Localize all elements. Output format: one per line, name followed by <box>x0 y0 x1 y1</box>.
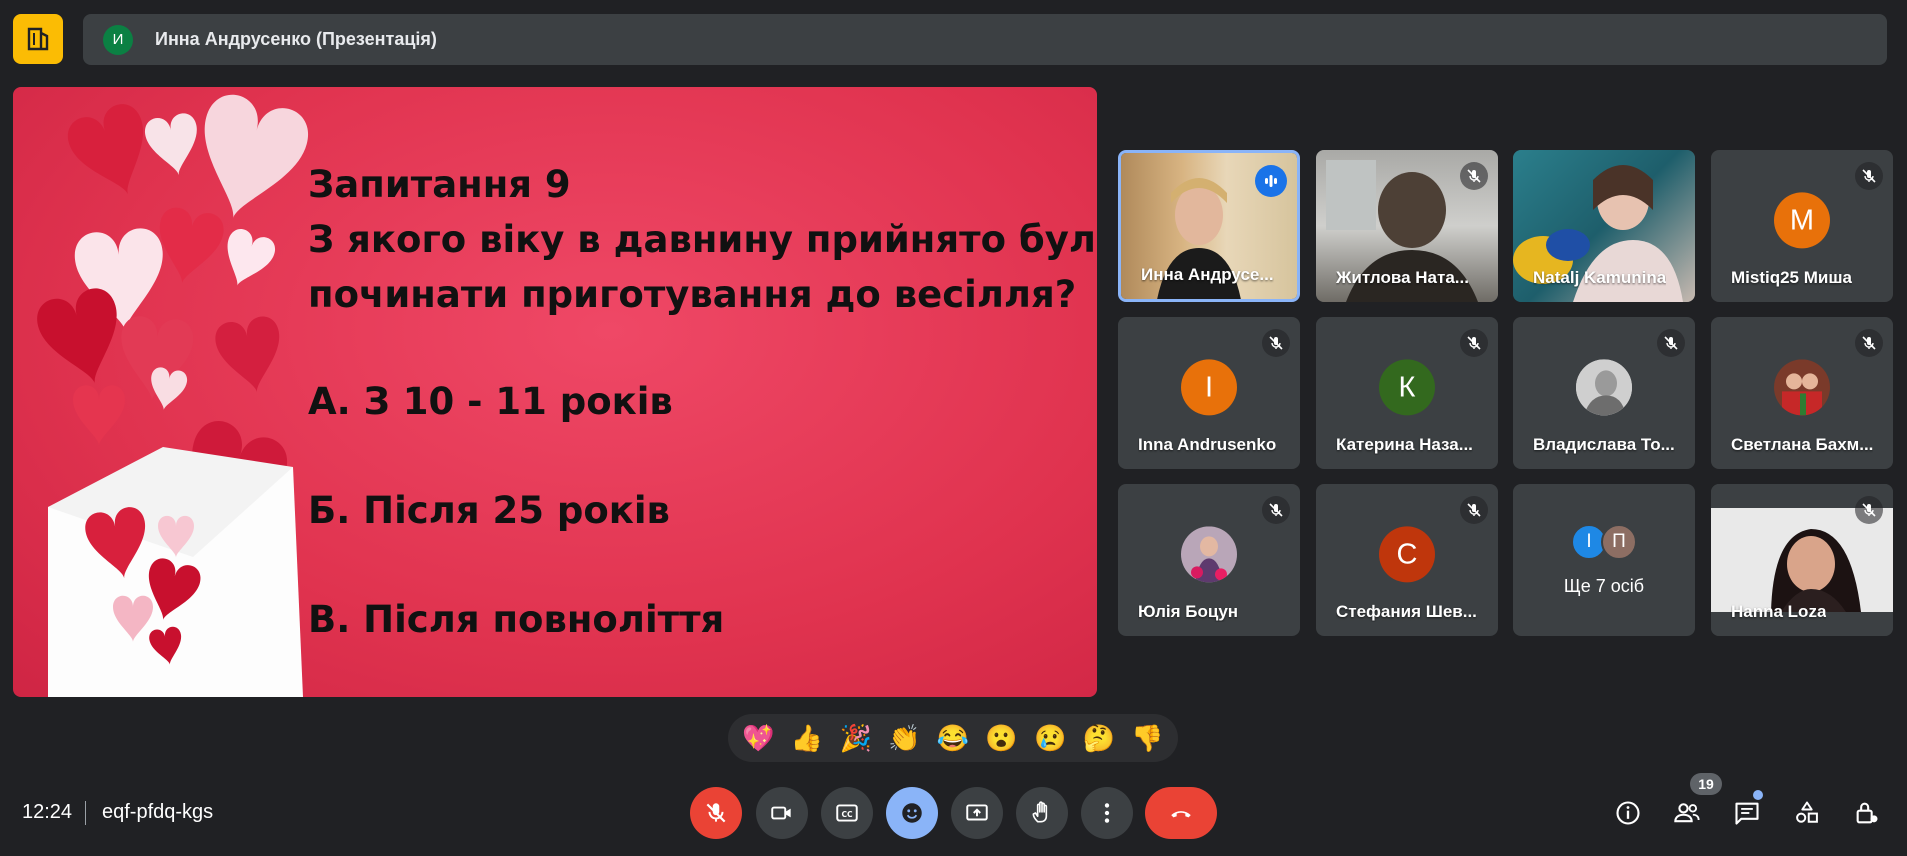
slide-text-block: Запитання 9 З якого віку в давнину прийн… <box>308 157 1097 647</box>
participant-tile[interactable]: Natalj Kamunina <box>1513 150 1695 302</box>
participant-name: Mistiq25 Миша <box>1731 268 1852 287</box>
hang-up-icon <box>1171 811 1191 818</box>
raise-hand-icon <box>1032 801 1048 823</box>
closed-captions-icon: CC <box>836 804 858 822</box>
chat-icon <box>1735 802 1759 825</box>
participant-avatar: M <box>1774 192 1830 249</box>
host-controls-button[interactable] <box>1851 797 1883 829</box>
slide-answer-b: Б. Після 25 років <box>308 489 670 532</box>
microphone-off-icon <box>1855 329 1883 357</box>
meeting-clock: 12:24 <box>22 801 73 823</box>
speaking-indicator-icon <box>1255 165 1287 197</box>
svg-text:CC: CC <box>841 810 853 819</box>
more-options-button[interactable] <box>1081 787 1133 839</box>
presenter-title: Инна Андрусенко (Презентація) <box>155 29 437 49</box>
camera-toggle-button[interactable] <box>756 787 808 839</box>
chat-button[interactable] <box>1731 797 1763 829</box>
reaction-clapping[interactable]: 👏 <box>882 723 926 754</box>
more-participants-tile[interactable]: I П Ще 7 осіб <box>1513 484 1695 636</box>
slide-answer-a: А. З 10 - 11 років <box>308 380 673 423</box>
participant-photo-avatar <box>1774 359 1830 416</box>
participant-photo-avatar <box>1181 526 1237 583</box>
microphone-off-icon <box>1262 329 1290 357</box>
participant-photo-avatar <box>1576 359 1632 416</box>
slide-question-number: Запитання 9 <box>308 163 571 206</box>
show-everyone-button[interactable] <box>1671 797 1703 829</box>
microphone-off-icon <box>1460 496 1488 524</box>
more-participants-label: Ще 7 осіб <box>1563 576 1645 596</box>
microphone-off-icon <box>1460 162 1488 190</box>
participant-tile[interactable]: M Mistiq25 Миша <box>1711 150 1893 302</box>
more-participants-avatars: I П <box>1571 524 1637 560</box>
microphone-toggle-button[interactable] <box>690 787 742 839</box>
slide-answer-c: В. Після повноліття <box>308 598 725 641</box>
participant-tile[interactable]: Hanna Loza <box>1711 484 1893 636</box>
microphone-off-icon <box>1855 162 1883 190</box>
participant-name: Светлана Бахм... <box>1731 435 1874 454</box>
presentation-title-bar[interactable]: И Инна Андрусенко (Презентація) <box>83 14 1887 65</box>
reaction-thinking[interactable]: 🤔 <box>1077 723 1121 754</box>
reaction-thumbs-down[interactable]: 👎 <box>1126 723 1170 754</box>
reaction-surprised[interactable]: 😮 <box>980 723 1024 754</box>
presentation-slide: Запитання 9 З якого віку в давнину прийн… <box>13 87 1097 697</box>
participant-avatar: П <box>1601 524 1637 560</box>
present-screen-button[interactable] <box>951 787 1003 839</box>
participant-tile[interactable]: С Стефания Шев... <box>1316 484 1498 636</box>
participant-name: Natalj Kamunina <box>1533 268 1667 287</box>
reaction-thumbs-up[interactable]: 👍 <box>785 723 829 754</box>
microphone-off-icon <box>706 803 726 823</box>
raise-hand-button[interactable] <box>1016 787 1068 839</box>
slide-question-line-1: З якого віку в давнину прийнято було <box>308 218 1097 261</box>
participant-name: Inna Andrusenko <box>1138 435 1277 454</box>
more-vert-icon <box>1104 803 1110 823</box>
meeting-details-button[interactable] <box>1612 797 1644 829</box>
participant-tile[interactable]: Инна Андрусе... <box>1118 150 1300 302</box>
lock-person-icon <box>1856 802 1878 824</box>
meet-logo-icon <box>13 14 63 64</box>
participant-tile[interactable]: Владислава То... <box>1513 317 1695 469</box>
participant-name: Стефания Шев... <box>1336 602 1477 621</box>
participant-name: Hanna Loza <box>1731 602 1827 621</box>
participant-count-badge: 19 <box>1690 773 1722 795</box>
participant-avatar: I <box>1181 359 1237 416</box>
info-icon <box>1616 801 1640 825</box>
reaction-party-popper[interactable]: 🎉 <box>834 723 878 754</box>
hearts-envelope-illustration <box>32 88 315 697</box>
people-icon <box>1674 803 1700 823</box>
participant-tile[interactable]: К Катерина Наза... <box>1316 317 1498 469</box>
chat-notification-dot <box>1753 790 1763 800</box>
reaction-sparkling-heart[interactable]: 💖 <box>736 723 780 754</box>
participant-name: Инна Андрусе... <box>1141 265 1274 284</box>
microphone-off-icon <box>1262 496 1290 524</box>
present-screen-icon <box>966 804 988 821</box>
participant-tile[interactable]: Светлана Бахм... <box>1711 317 1893 469</box>
participant-name: Житлова Ната... <box>1336 268 1469 287</box>
reaction-laughing[interactable]: 😂 <box>931 723 975 754</box>
participant-avatar: К <box>1379 359 1435 416</box>
microphone-off-icon <box>1855 496 1883 524</box>
participant-name: Владислава То... <box>1533 435 1675 454</box>
captions-button[interactable]: CC <box>821 787 873 839</box>
divider <box>85 801 86 825</box>
reaction-crying[interactable]: 😢 <box>1028 723 1072 754</box>
activities-button[interactable] <box>1791 797 1823 829</box>
send-reaction-button[interactable] <box>886 787 938 839</box>
meeting-code: eqf-pfdq-kgs <box>102 801 214 823</box>
participant-name: Юлія Боцун <box>1138 602 1239 621</box>
participant-tile[interactable]: Житлова Ната... <box>1316 150 1498 302</box>
participant-tile[interactable]: I Inna Andrusenko <box>1118 317 1300 469</box>
participant-name: Катерина Наза... <box>1336 435 1473 454</box>
slide-question-line-2: починати приготування до весілля? <box>308 273 1077 316</box>
participant-avatar: С <box>1379 526 1435 583</box>
microphone-off-icon <box>1460 329 1488 357</box>
presenter-avatar: И <box>103 24 133 55</box>
emoji-icon <box>902 803 922 823</box>
camera-icon <box>771 806 791 820</box>
microphone-off-icon <box>1657 329 1685 357</box>
reactions-bar: 💖 👍 🎉 👏 😂 😮 😢 🤔 👎 <box>728 714 1178 762</box>
leave-call-button[interactable] <box>1145 787 1217 839</box>
activities-icon <box>1796 801 1818 823</box>
participant-tile[interactable]: Юлія Боцун <box>1118 484 1300 636</box>
